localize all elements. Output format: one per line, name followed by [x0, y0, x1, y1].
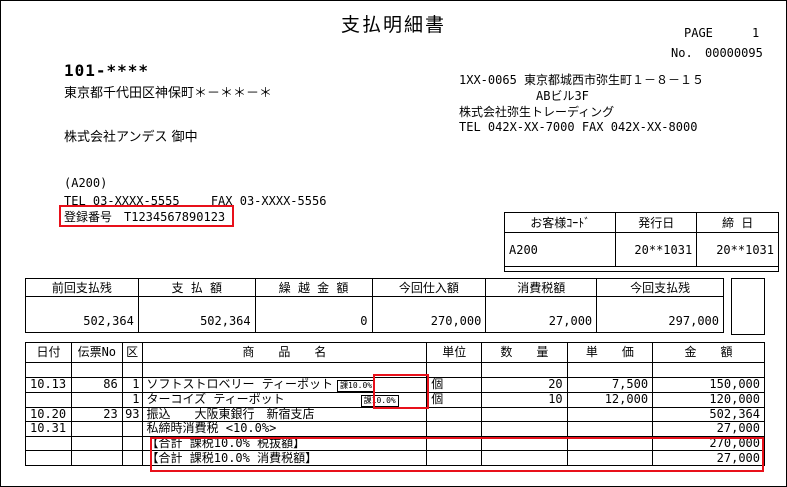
summary-header-payment: 支 払 額: [137, 278, 256, 297]
row-kbn: 1: [121, 391, 143, 408]
col-slip: 伝票No: [70, 342, 123, 363]
summary-header-purchase: 今回仕入額: [371, 278, 487, 297]
row-qty: 10: [481, 391, 568, 408]
recipient-code: (A200): [64, 176, 108, 190]
tax-tag: 課10.0%: [337, 379, 376, 392]
doc-no: 00000095: [705, 46, 763, 60]
summary-purchase: 270,000: [371, 296, 487, 333]
blank-cell: [70, 362, 123, 378]
blank-cell: [426, 362, 483, 378]
row-kbn: [121, 435, 143, 452]
summary-prev-balance: 502,364: [25, 296, 139, 333]
row-qty: 20: [481, 376, 568, 393]
summary-extra-box: [731, 278, 765, 335]
blank-cell: [481, 362, 568, 378]
product-name: ターコイズ ティーポット: [146, 391, 285, 406]
highlight-registration: [59, 205, 234, 227]
summary-header-balance: 今回支払残: [596, 278, 724, 297]
document-title: 支払明細書: [340, 14, 446, 36]
row-amount: 150,000: [652, 376, 765, 393]
row-slip: [70, 435, 123, 452]
row-kbn: 1: [121, 376, 143, 393]
row-slip: 86: [70, 376, 123, 393]
summary-table: 前回支払残 支 払 額 繰 越 金 額 今回仕入額 消費税額 今回支払残 502…: [25, 278, 724, 333]
col-amount: 金 額: [652, 342, 765, 363]
row-date: 10.13: [25, 376, 72, 393]
row-price: [566, 421, 654, 437]
row-price: 7,500: [566, 376, 654, 393]
issuer-company: 株式会社弥生トレーディング: [459, 105, 615, 119]
blank-cell: [566, 362, 654, 378]
doc-no-label: No.: [671, 46, 693, 60]
row-qty: [481, 406, 568, 423]
row-amount: 120,000: [652, 391, 765, 408]
col-date: 日付: [25, 342, 72, 363]
page-label: PAGE: [684, 26, 713, 40]
row-date: 10.31: [25, 421, 72, 437]
row-amount: 27,000: [652, 421, 765, 437]
summary-payment: 502,364: [137, 296, 256, 333]
col-product: 商 品 名: [141, 342, 428, 363]
page-number: 1: [752, 26, 760, 40]
highlight-tax-tags: [373, 374, 429, 409]
row-unit: [426, 421, 483, 437]
row-date: 10.20: [25, 406, 72, 423]
table-row: 10.20 23 93 振込 大阪東銀行 新宿支店 502,364: [25, 406, 765, 423]
row-kbn: [121, 421, 143, 437]
issuer-tel-fax: TEL 042X-XX-7000 FAX 042X-XX-8000: [459, 120, 698, 134]
customer-info-table: お客様ｺｰﾄﾞ 発行日 締 日 A200 20**1031 20**1031: [503, 212, 779, 267]
col-unit: 単位: [426, 342, 483, 363]
customer-code-header: お客様ｺｰﾄﾞ: [503, 212, 617, 233]
col-price: 単 価: [566, 342, 654, 363]
row-slip: [70, 421, 123, 437]
row-date: [25, 391, 72, 408]
issuer-address-2: ABビル3F: [536, 89, 589, 103]
issuer-address-1: 1XX-0065 東京都城西市弥生町１－８－１５: [459, 73, 705, 87]
product-name: ソフトストロベリー ティーポット: [146, 376, 334, 391]
closing-date-value: 20**1031: [696, 232, 779, 267]
blank-cell: [25, 362, 72, 378]
row-date: [25, 450, 72, 466]
row-unit: 個: [426, 391, 483, 408]
customer-code-value: A200: [503, 232, 617, 267]
closing-date-header: 締 日: [696, 212, 779, 233]
row-price: 12,000: [566, 391, 654, 408]
highlight-tax-totals: [150, 437, 764, 472]
summary-header-carryover: 繰 越 金 額: [254, 278, 373, 297]
summary-balance: 297,000: [596, 296, 724, 333]
summary-carryover: 0: [254, 296, 373, 333]
col-kbn: 区: [121, 342, 143, 363]
row-unit: [426, 406, 483, 423]
row-slip: [70, 391, 123, 408]
row-qty: [481, 421, 568, 437]
summary-header-prev-balance: 前回支払残: [25, 278, 139, 297]
row-amount: 502,364: [652, 406, 765, 423]
recipient-postal: 101-****: [64, 61, 150, 80]
row-slip: [70, 450, 123, 466]
row-date: [25, 435, 72, 452]
row-price: [566, 406, 654, 423]
row-slip: 23: [70, 406, 123, 423]
row-unit: 個: [426, 376, 483, 393]
blank-cell: [652, 362, 765, 378]
recipient-company: 株式会社アンデス 御中: [64, 130, 198, 145]
recipient-address: 東京都千代田区神保町＊－＊＊－＊: [64, 86, 273, 101]
issue-date-value: 20**1031: [615, 232, 698, 267]
row-product: 私締時消費税 <10.0%>: [141, 421, 428, 437]
row-kbn: [121, 450, 143, 466]
issue-date-header: 発行日: [615, 212, 698, 233]
row-kbn: 93: [121, 406, 143, 423]
summary-tax: 27,000: [485, 296, 598, 333]
row-product: 振込 大阪東銀行 新宿支店: [141, 406, 428, 423]
table-row: 10.31 私締時消費税 <10.0%> 27,000: [25, 421, 765, 437]
summary-header-tax: 消費税額: [485, 278, 598, 297]
col-qty: 数 量: [481, 342, 568, 363]
blank-cell: [121, 362, 143, 378]
